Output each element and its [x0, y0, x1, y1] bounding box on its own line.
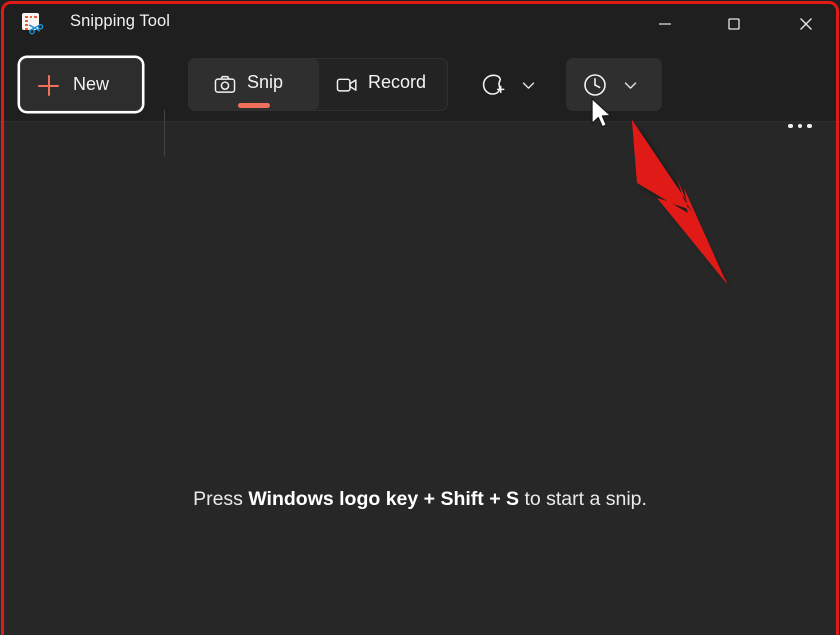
tab-snip-selected-indicator [238, 103, 270, 108]
ellipsis-dot [797, 123, 803, 129]
tab-record-label: Record [368, 72, 427, 92]
empty-state-hint: Press Windows logo key + Shift + S to st… [0, 488, 840, 511]
main-toolbar: New Snip Record [0, 48, 840, 156]
snipping-tool-icon [22, 13, 44, 35]
minimize-button[interactable] [642, 0, 688, 48]
snip-history-button[interactable] [566, 58, 662, 111]
hint-prefix: Press [193, 488, 249, 510]
new-snip-label: New [73, 74, 110, 94]
more-options-button[interactable] [775, 106, 825, 146]
hint-shortcut-keys: Windows logo key + Shift + S [248, 488, 520, 510]
toolbar-divider [164, 110, 165, 156]
ellipsis-dot [807, 123, 812, 129]
scissors-glyph [29, 23, 44, 35]
new-snip-button[interactable]: New [20, 58, 142, 111]
clock-icon [584, 74, 606, 96]
chevron-down-icon [522, 82, 535, 89]
maximize-icon [728, 18, 740, 30]
camera-icon [214, 75, 236, 93]
plus-icon [38, 75, 59, 96]
video-camera-icon [336, 78, 357, 92]
maximize-button[interactable] [711, 0, 757, 48]
ellipsis-horizontal-icon [788, 123, 793, 129]
capture-mode-segmented-control: Snip Record [188, 58, 448, 111]
hint-suffix: to start a snip. [519, 488, 647, 510]
snip-canvas-area[interactable]: Press Windows logo key + Shift + S to st… [0, 123, 840, 635]
title-bar[interactable]: Snipping Tool [0, 0, 840, 48]
tab-snip[interactable]: Snip [189, 59, 319, 110]
chevron-down-icon [624, 82, 637, 89]
minimize-icon [659, 23, 671, 25]
snipping-tool-window: Press Windows logo key + Shift + S to st… [0, 0, 840, 635]
tab-snip-label: Snip [247, 72, 284, 92]
tab-record[interactable]: Record [319, 59, 448, 110]
freeform-shape-plus-icon [482, 74, 505, 95]
snip-mode-picker-button[interactable] [466, 58, 552, 111]
window-title: Snipping Tool [70, 12, 171, 30]
close-button[interactable] [783, 0, 829, 48]
close-icon [800, 18, 812, 30]
